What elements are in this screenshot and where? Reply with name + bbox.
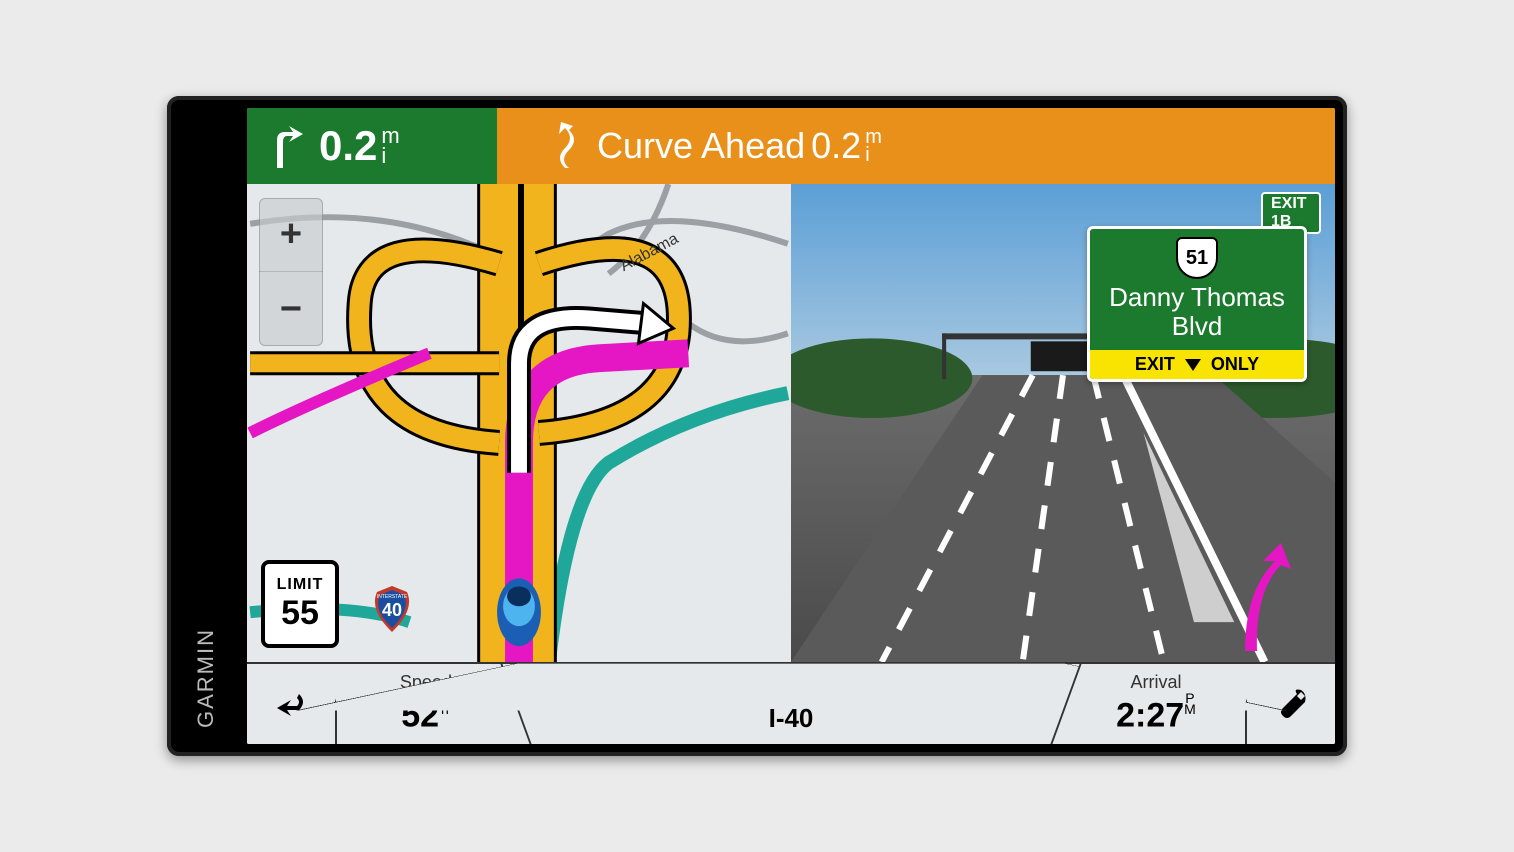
- gps-device: GARMIN 0.2 mi Curve Ahead 0.2 mi: [167, 96, 1347, 756]
- svg-text:40: 40: [382, 600, 402, 620]
- zoom-out-button[interactable]: −: [259, 272, 323, 346]
- route-number: 51: [1186, 247, 1208, 269]
- tools-button[interactable]: [1245, 664, 1335, 744]
- next-turn-panel[interactable]: 0.2 mi: [247, 108, 497, 184]
- alert-distance: 0.2: [811, 125, 861, 167]
- alert-text: Curve Ahead: [597, 125, 805, 167]
- sign-line-1: Danny Thomas: [1100, 283, 1294, 312]
- interstate-shield: 40 INTERSTATE: [367, 584, 417, 634]
- speed-limit-sign: LIMIT 55: [261, 560, 339, 648]
- speed-limit-value: 55: [281, 594, 319, 633]
- top-bar: 0.2 mi Curve Ahead 0.2 mi: [247, 108, 1335, 184]
- route-shield: 51: [1176, 237, 1218, 279]
- turn-right-icon: [265, 122, 305, 170]
- exit-label: EXIT: [1271, 195, 1307, 212]
- alert-panel[interactable]: Curve Ahead 0.2 mi: [497, 108, 1335, 184]
- junction-view-panel[interactable]: EXIT 1B 51 Danny Thomas Blvd EXIT: [791, 184, 1335, 662]
- turn-distance-unit: mi: [381, 126, 399, 166]
- wrench-icon: [1271, 684, 1311, 724]
- exit-only-right: ONLY: [1211, 354, 1259, 375]
- curve-icon: [547, 122, 583, 170]
- sign-line-2: Blvd: [1100, 312, 1294, 341]
- current-road-panel[interactable]: I-40: [503, 664, 1079, 744]
- zoom-controls: + −: [259, 198, 323, 346]
- current-road: I-40: [769, 703, 814, 734]
- content-split: + − LIMIT 55 Alabama 40 INTERSTATE: [247, 184, 1335, 662]
- turn-distance: 0.2: [319, 122, 377, 170]
- exit-only-strip: EXIT ONLY: [1090, 350, 1304, 379]
- screen: 0.2 mi Curve Ahead 0.2 mi: [247, 108, 1335, 744]
- down-arrow-icon: [1183, 357, 1203, 373]
- back-arrow-icon: [271, 684, 311, 724]
- arrival-panel[interactable]: Arrival 2:27PM: [1050, 664, 1259, 744]
- lane-guidance-arrow-icon: [1225, 541, 1295, 656]
- arrival-label: Arrival: [1116, 672, 1196, 693]
- brand-label: GARMIN: [193, 628, 219, 728]
- speed-limit-label: LIMIT: [277, 576, 324, 594]
- map-panel[interactable]: + − LIMIT 55 Alabama 40 INTERSTATE: [247, 184, 791, 662]
- exit-only-left: EXIT: [1135, 354, 1175, 375]
- arrival-value: 2:27: [1116, 697, 1184, 735]
- zoom-in-button[interactable]: +: [259, 198, 323, 272]
- svg-text:INTERSTATE: INTERSTATE: [377, 594, 408, 600]
- highway-sign: 51 Danny Thomas Blvd EXIT ONLY: [1087, 226, 1307, 382]
- alert-distance-unit: mi: [865, 128, 882, 164]
- bottom-bar: Speed 52mh I-40 Arrival 2:27PM: [247, 662, 1335, 744]
